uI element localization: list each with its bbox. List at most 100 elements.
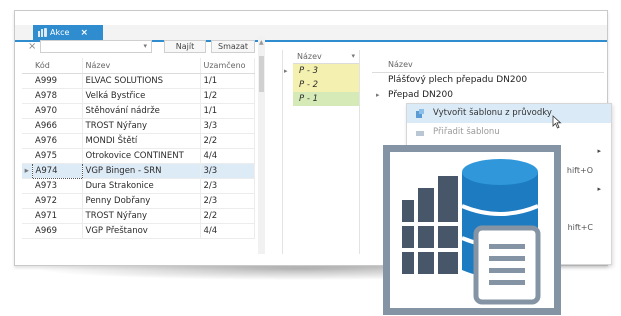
cell-kod: A966 xyxy=(32,118,83,134)
cell-kod: A999 xyxy=(32,73,83,89)
cell-kod: A976 xyxy=(32,133,83,149)
menu-item[interactable]: Přiřadit šablonu xyxy=(407,123,611,142)
table-row[interactable]: A972 Penny Dobřany 2/3 xyxy=(22,193,255,209)
menu-item[interactable]: Vytvořit šablonu z průvodky xyxy=(407,104,611,123)
filter-combo[interactable]: ▾ xyxy=(40,40,152,53)
list-item[interactable]: ▸ Přepad DN200 xyxy=(372,88,604,103)
row-indicator xyxy=(22,73,32,89)
row-indicator: ▸ xyxy=(22,163,32,179)
cell-nazev: ELVAC SOLUTIONS xyxy=(82,73,201,89)
cell-nazev: Otrokovice CONTINENT xyxy=(82,148,201,164)
cell-kod: A970 xyxy=(32,103,83,119)
cell-uzamceno: 4/4 xyxy=(200,148,255,164)
column-header-kod[interactable]: Kód xyxy=(32,58,83,74)
cell-nazev: MONDI Štětí xyxy=(82,133,201,149)
clear-button[interactable]: Smazat xyxy=(211,40,255,53)
cell-nazev: VGP Bingen - SRN xyxy=(82,163,201,179)
mouse-pointer-icon xyxy=(552,115,562,129)
table-row[interactable]: ▸ A974 VGP Bingen - SRN 3/3 xyxy=(22,163,255,179)
cell-uzamceno: 2/3 xyxy=(200,193,255,209)
cell-kod: A974 xyxy=(31,163,83,179)
row-indicator xyxy=(22,178,32,194)
cell-kod: A969 xyxy=(32,223,83,239)
database-document-logo xyxy=(383,145,561,315)
cell-uzamceno: 2/2 xyxy=(200,208,255,224)
cell-kod: A975 xyxy=(32,148,83,164)
table-row[interactable]: A999 ELVAC SOLUTIONS 1/1 xyxy=(22,73,255,89)
cell-uzamceno: 2/3 xyxy=(200,178,255,194)
table-row[interactable]: A975 Otrokovice CONTINENT 4/4 xyxy=(22,148,255,164)
cell-kod: A973 xyxy=(32,178,83,194)
items-header[interactable]: Název xyxy=(372,58,604,73)
menu-shortcut: hift+C xyxy=(567,223,593,232)
stage-label: P - 1 xyxy=(299,94,319,104)
menu-item-label: Vytvořit šablonu z průvodky xyxy=(433,108,552,118)
column-header-nazev[interactable]: Název xyxy=(82,58,201,74)
cell-uzamceno: 2/2 xyxy=(200,133,255,149)
cell-uzamceno: 1/2 xyxy=(200,88,255,104)
find-button[interactable]: Najít xyxy=(164,40,206,53)
logo-graphic xyxy=(402,159,541,305)
list-item[interactable]: P - 1 xyxy=(293,92,359,106)
cell-uzamceno: 3/3 xyxy=(200,118,255,134)
table-row[interactable]: A978 Velká Bystřice 1/2 xyxy=(22,88,255,104)
table-row[interactable]: A976 MONDI Štětí 2/2 xyxy=(22,133,255,149)
row-indicator: ▸ xyxy=(284,67,288,75)
item-label: Přepad DN200 xyxy=(388,90,453,100)
table-row[interactable]: A970 Stěhování nádrže 1/1 xyxy=(22,103,255,119)
row-indicator xyxy=(22,133,32,149)
table-row[interactable]: A973 Dura Strakonice 2/3 xyxy=(22,178,255,194)
filter-bar: × ▾ Najít Smazat xyxy=(22,36,255,58)
stages-panel: Název ▾ ▸ P - 3 P - 2 P - 1 xyxy=(282,50,360,254)
table-row[interactable]: A971 TROST Nýřany 2/2 xyxy=(22,208,255,224)
chevron-down-icon[interactable]: ▾ xyxy=(143,42,147,50)
column-header-uzamceno[interactable]: Uzamčeno xyxy=(200,58,255,74)
clear-filter-icon[interactable]: × xyxy=(28,41,36,52)
row-indicator xyxy=(22,103,32,119)
actions-table: Kód Název Uzamčeno A999 ELVAC SOLUTIONS 1/… xyxy=(22,58,255,239)
cell-uzamceno: 3/3 xyxy=(200,163,255,179)
stage-label: P - 2 xyxy=(299,80,319,90)
stage-label: P - 3 xyxy=(299,66,319,76)
stages-header-label: Název xyxy=(297,52,322,61)
cell-nazev: VGP Přeštanov xyxy=(82,223,201,239)
scrollbar-thumb[interactable] xyxy=(259,56,264,92)
stages-header[interactable]: Název ▾ xyxy=(293,50,359,64)
scroll-up-icon[interactable]: ▲ xyxy=(259,39,264,46)
cell-kod: A978 xyxy=(32,88,83,104)
submenu-arrow-icon: ▸ xyxy=(597,147,601,155)
create-template-icon xyxy=(416,109,424,118)
submenu-arrow-icon: ▸ xyxy=(597,185,601,193)
cell-uzamceno: 1/1 xyxy=(200,73,255,89)
list-item[interactable]: P - 2 xyxy=(293,78,359,92)
table-header: Kód Název Uzamčeno xyxy=(22,58,255,74)
row-indicator xyxy=(22,223,32,239)
cell-nazev: TROST Nýřany xyxy=(82,208,201,224)
cell-nazev: Velká Bystřice xyxy=(82,88,201,104)
table-row[interactable]: A966 TROST Nýřany 3/3 xyxy=(22,118,255,134)
cell-nazev: TROST Nýřany xyxy=(82,118,201,134)
chevron-down-icon[interactable]: ▾ xyxy=(351,50,355,63)
list-item[interactable]: Plášťový plech přepadu DN200 xyxy=(372,73,604,88)
row-indicator xyxy=(22,118,32,134)
cell-nazev: Dura Strakonice xyxy=(82,178,201,194)
table-row[interactable]: A969 VGP Přeštanov 4/4 xyxy=(22,223,255,239)
cell-nazev: Stěhování nádrže xyxy=(82,103,201,119)
cell-kod: A971 xyxy=(32,208,83,224)
menu-item-label: Přiřadit šablonu xyxy=(433,127,500,137)
assign-template-icon xyxy=(416,131,424,136)
list-item[interactable]: ▸ P - 3 xyxy=(284,64,359,78)
cell-uzamceno: 4/4 xyxy=(200,223,255,239)
cell-nazev: Penny Dobřany xyxy=(82,193,201,209)
actions-panel: × ▾ Najít Smazat Kód Název Uzamčeno A999… xyxy=(22,36,255,254)
row-indicator xyxy=(22,208,32,224)
row-indicator xyxy=(22,148,32,164)
expand-icon[interactable]: ▸ xyxy=(376,88,380,103)
row-indicator xyxy=(22,88,32,104)
cell-kod: A972 xyxy=(32,193,83,209)
scrollbar[interactable]: ▲ xyxy=(258,36,265,254)
item-label: Plášťový plech přepadu DN200 xyxy=(388,75,528,85)
row-indicator xyxy=(22,193,32,209)
menu-shortcut: hift+O xyxy=(566,166,593,175)
cell-uzamceno: 1/1 xyxy=(200,103,255,119)
